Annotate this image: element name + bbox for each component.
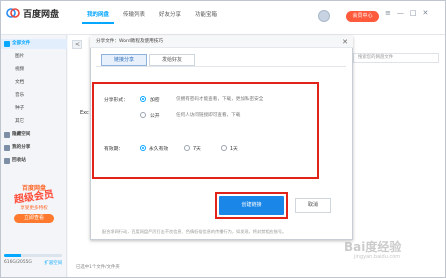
sidebar-item-other[interactable]: 其它 xyxy=(1,117,67,127)
cloud-logo-icon xyxy=(6,8,20,18)
tab-friend-share[interactable]: 好友分享 xyxy=(154,8,186,22)
tab-toolbox[interactable]: 功能宝箱 xyxy=(190,8,222,22)
sidebar-item-torrents[interactable]: 种子 xyxy=(1,104,67,114)
file-name-fragment: Exc xyxy=(80,110,89,116)
storage-meter: 616G/2055G 扩容空间 xyxy=(4,254,62,272)
radio-encrypted[interactable] xyxy=(140,96,146,102)
option-encrypted-desc: 仅拥有密码才能查看，下载，更加私密安全 xyxy=(176,97,264,102)
vip-promo[interactable]: 百度网盘 超级会员 享受更多特权 立即查看 xyxy=(6,183,62,233)
dialog-notice: 配合净网行动，百度网盘严厉打击不良信息、色情低俗信息的传播行为，如发现，将封禁相… xyxy=(102,229,287,234)
member-center-button[interactable]: 会员中心 xyxy=(346,11,379,22)
option-public-desc: 任何人访问链接即可查看，下载 xyxy=(176,113,241,118)
radio-1-day[interactable] xyxy=(221,145,227,151)
main-nav: 我的网盘 传输列表 好友分享 功能宝箱 xyxy=(82,8,222,24)
radio-permanent[interactable] xyxy=(140,145,146,151)
sidebar-item-music[interactable]: 音乐 xyxy=(1,91,67,101)
storage-usage: 616G/2055G xyxy=(4,260,32,265)
create-link-button[interactable]: 创建链接 xyxy=(219,196,284,215)
cancel-button[interactable]: 取消 xyxy=(295,198,331,213)
promo-view-button[interactable]: 立即查看 xyxy=(14,214,54,223)
close-icon[interactable]: ✕ xyxy=(423,9,429,21)
folder-icon xyxy=(4,41,10,47)
sidebar-item-docs[interactable]: 文档 xyxy=(1,78,67,88)
radio-7-days[interactable] xyxy=(184,145,190,151)
menu-icon[interactable]: ≡ xyxy=(385,9,391,21)
tab-transfers[interactable]: 传输列表 xyxy=(118,8,150,22)
option-public-label: 公开 xyxy=(150,114,160,119)
back-icon: < xyxy=(75,41,81,48)
share-form-label: 分享形式： xyxy=(104,98,128,103)
trash-icon xyxy=(4,158,10,164)
validity-label: 有效期： xyxy=(104,147,124,152)
sidebar-item-images[interactable]: 图片 xyxy=(1,52,67,62)
option-encrypted-label: 加密 xyxy=(150,98,160,103)
maximize-icon[interactable]: □ xyxy=(410,9,417,21)
selection-status: 已选中1个文件/文件夹 xyxy=(76,265,120,270)
window-controls: ≡ — □ ✕ xyxy=(385,9,428,21)
search-input[interactable]: 搜索您的网盘文件 xyxy=(353,53,439,63)
app-logo: 百度网盘 xyxy=(6,5,86,21)
promo-line-3: 享受更多特权 xyxy=(20,206,48,211)
app-name: 百度网盘 xyxy=(23,9,60,20)
sidebar-item-videos[interactable]: 视频 xyxy=(1,65,67,75)
dialog-title: 分享文件：Word教程及使用技巧 xyxy=(90,36,353,48)
tab-my-disk[interactable]: 我的网盘 xyxy=(82,8,115,24)
option-7-days-label: 7天 xyxy=(193,147,201,152)
tab-send-to-friend[interactable]: 发给好友 xyxy=(149,54,195,66)
sidebar: 全部文件 图片 视频 文档 音乐 种子 其它 隐藏空间 我的分享 回收站 xyxy=(1,35,67,277)
watermark-url: jingyan.baidu.com xyxy=(354,254,401,260)
option-permanent-label: 永久有效 xyxy=(149,147,169,152)
storage-bar-fill xyxy=(4,254,22,257)
sidebar-item-recycle-bin[interactable]: 回收站 xyxy=(1,156,67,166)
option-1-day-label: 1天 xyxy=(230,147,238,152)
dialog-divider xyxy=(96,66,346,67)
dialog-close-icon[interactable]: ✕ xyxy=(341,38,349,46)
sidebar-item-my-shares[interactable]: 我的分享 xyxy=(1,143,67,153)
tab-link-share[interactable]: 链接分享 xyxy=(101,54,147,66)
user-avatar[interactable] xyxy=(318,10,330,22)
minimize-icon[interactable]: — xyxy=(397,9,404,21)
expand-storage-link[interactable]: 扩容空间 xyxy=(44,260,62,266)
radio-public[interactable] xyxy=(140,112,146,118)
back-button[interactable]: < xyxy=(72,40,82,49)
lock-icon xyxy=(4,132,10,138)
sidebar-item-all-files[interactable]: 全部文件 xyxy=(1,39,67,49)
storage-bar xyxy=(4,254,62,257)
sidebar-item-hidden-space[interactable]: 隐藏空间 xyxy=(1,130,67,140)
watermark-logo: Bai度经验 xyxy=(344,240,402,254)
share-icon xyxy=(4,145,10,151)
